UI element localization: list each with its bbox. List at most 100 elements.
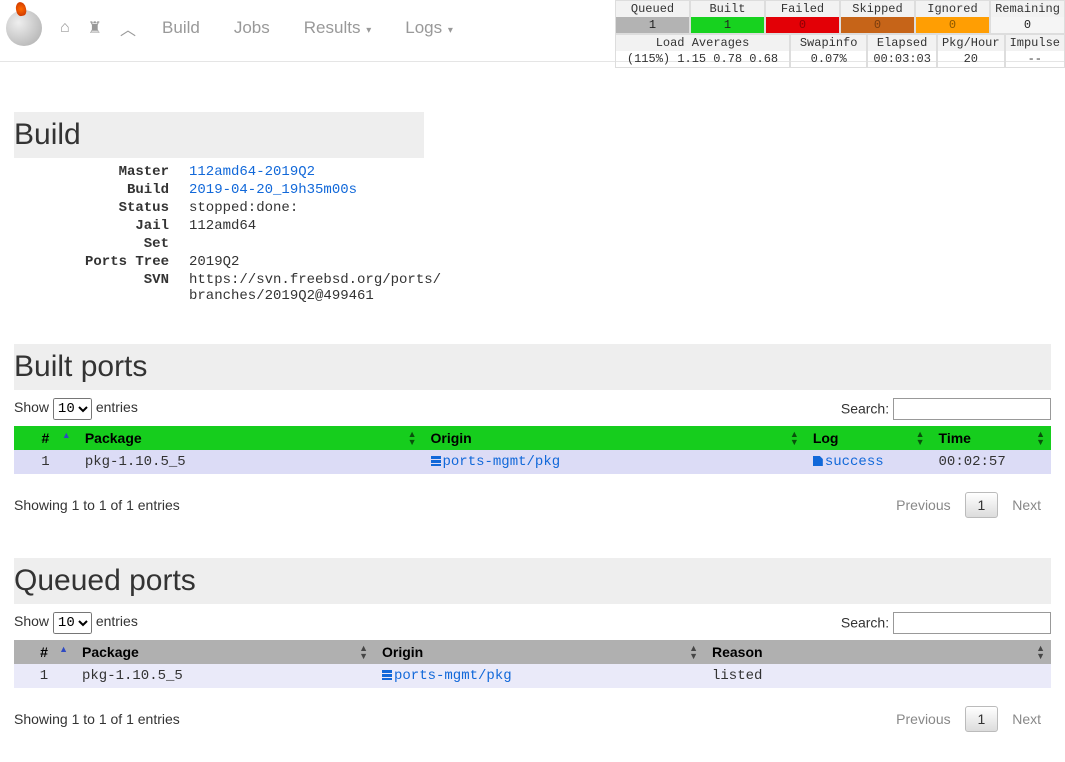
pager-next[interactable]: Next xyxy=(1002,707,1051,731)
stat-ignored-label: Ignored xyxy=(916,1,989,17)
cell-reason: listed xyxy=(704,664,1051,688)
sort-icon: ▲▼ xyxy=(790,430,799,446)
stat-skipped-label: Skipped xyxy=(841,1,914,17)
cell-package: pkg-1.10.5_5 xyxy=(77,450,423,474)
stat-queued-value: 1 xyxy=(616,17,689,33)
nav-build[interactable]: Build xyxy=(154,14,208,42)
kv-ptree-value: 2019Q2 xyxy=(189,254,239,270)
search-input[interactable] xyxy=(893,398,1051,420)
stat-built-label: Built xyxy=(691,1,764,17)
section-build-title: Build xyxy=(14,112,424,158)
swap-value: 0.07% xyxy=(791,51,866,67)
kv-jail-label: Jail xyxy=(14,218,189,234)
list-icon xyxy=(382,670,392,680)
pager-prev[interactable]: Previous xyxy=(886,493,960,517)
length-select[interactable]: 10 xyxy=(53,612,92,634)
list-icon xyxy=(431,456,441,466)
kv-master-value[interactable]: 112amd64-2019Q2 xyxy=(189,164,315,180)
elapsed-value: 00:03:03 xyxy=(868,51,936,67)
sort-icon: ▲▼ xyxy=(916,430,925,446)
section-queuedports-title: Queued ports xyxy=(14,558,1051,604)
chevron-up-icon[interactable]: ︿ xyxy=(120,16,136,40)
swap-label: Swapinfo xyxy=(791,35,866,51)
entries-label: entries xyxy=(96,399,138,415)
cell-idx: 1 xyxy=(14,664,74,688)
table-info: Showing 1 to 1 of 1 entries xyxy=(14,497,180,513)
pager-page[interactable]: 1 xyxy=(965,492,999,518)
table-row: 1 pkg-1.10.5_5 ports-mgmt/pkg success 00… xyxy=(14,450,1051,474)
col-reason[interactable]: Reason▲▼ xyxy=(704,640,1051,664)
stat-built-value: 1 xyxy=(691,17,764,33)
col-package[interactable]: Package▲▼ xyxy=(77,426,423,450)
load-label: Load Averages xyxy=(616,35,789,51)
nav-results[interactable]: Results ▾ xyxy=(296,14,380,42)
origin-link[interactable]: ports-mgmt/pkg xyxy=(394,668,512,684)
kv-ptree-label: Ports Tree xyxy=(14,254,189,270)
file-icon xyxy=(813,456,823,466)
logo xyxy=(6,10,42,46)
section-builtports-title: Built ports xyxy=(14,344,1051,390)
kv-build-value[interactable]: 2019-04-20_19h35m00s xyxy=(189,182,357,198)
stat-ignored-value: 0 xyxy=(916,17,989,33)
entries-label: entries xyxy=(96,613,138,629)
cell-origin: ports-mgmt/pkg xyxy=(423,450,805,474)
pkghr-label: Pkg/Hour xyxy=(938,35,1004,51)
col-origin[interactable]: Origin▲▼ xyxy=(374,640,704,664)
kv-build-label: Build xyxy=(14,182,189,198)
col-time[interactable]: Time▲▼ xyxy=(931,426,1051,450)
impulse-label: Impulse xyxy=(1006,35,1064,51)
sort-icon: ▲▼ xyxy=(1036,430,1045,446)
cell-package: pkg-1.10.5_5 xyxy=(74,664,374,688)
sort-icon: ▲▼ xyxy=(1036,644,1045,660)
stat-failed-label: Failed xyxy=(766,1,839,17)
queued-ports-table: # Package▲▼ Origin▲▼ Reason▲▼ 1 pkg-1.10… xyxy=(14,640,1051,688)
kv-svn-label: SVN xyxy=(14,272,189,304)
kv-status-value: stopped:done: xyxy=(189,200,298,216)
stat-queued-label: Queued xyxy=(616,1,689,17)
caret-down-icon: ▾ xyxy=(445,25,453,36)
cell-origin: ports-mgmt/pkg xyxy=(374,664,704,688)
table-row: 1 pkg-1.10.5_5 ports-mgmt/pkg listed xyxy=(14,664,1051,688)
search-label: Search: xyxy=(841,615,889,631)
search-input[interactable] xyxy=(893,612,1051,634)
kv-set-label: Set xyxy=(14,236,189,252)
kv-master-label: Master xyxy=(14,164,189,180)
cell-log: success xyxy=(805,450,931,474)
log-link[interactable]: success xyxy=(825,454,884,470)
elapsed-label: Elapsed xyxy=(868,35,936,51)
pkghr-value: 20 xyxy=(938,51,1004,67)
show-label: Show xyxy=(14,613,49,629)
col-idx[interactable]: # xyxy=(14,640,74,664)
sort-icon: ▲▼ xyxy=(408,430,417,446)
load-value: (115%) 1.15 0.78 0.68 xyxy=(616,51,789,67)
length-select[interactable]: 10 xyxy=(53,398,92,420)
pager-next[interactable]: Next xyxy=(1002,493,1051,517)
tower-icon[interactable]: ♜ xyxy=(88,18,102,38)
stat-failed-value: 0 xyxy=(766,17,839,33)
pager-prev[interactable]: Previous xyxy=(886,707,960,731)
col-log[interactable]: Log▲▼ xyxy=(805,426,931,450)
col-idx[interactable]: # xyxy=(14,426,77,450)
nav-logs[interactable]: Logs ▾ xyxy=(397,14,461,42)
stat-remaining-label: Remaining xyxy=(991,1,1064,17)
origin-link[interactable]: ports-mgmt/pkg xyxy=(443,454,561,470)
table-info: Showing 1 to 1 of 1 entries xyxy=(14,711,180,727)
kv-status-label: Status xyxy=(14,200,189,216)
kv-jail-value: 112amd64 xyxy=(189,218,256,234)
built-ports-table: # Package▲▼ Origin▲▼ Log▲▼ Time▲▼ 1 pkg-… xyxy=(14,426,1051,474)
col-package[interactable]: Package▲▼ xyxy=(74,640,374,664)
stats-panel: Queued1 Built1 Failed0 Skipped0 Ignored0… xyxy=(615,0,1065,68)
search-label: Search: xyxy=(841,401,889,417)
col-origin[interactable]: Origin▲▼ xyxy=(423,426,805,450)
impulse-value: -- xyxy=(1006,51,1064,67)
sort-icon: ▲▼ xyxy=(689,644,698,660)
caret-down-icon: ▾ xyxy=(363,25,371,36)
kv-svn-value: https://svn.freebsd.org/ports/branches/2… xyxy=(189,272,449,304)
pager-page[interactable]: 1 xyxy=(965,706,999,732)
sort-icon: ▲▼ xyxy=(359,644,368,660)
cell-time: 00:02:57 xyxy=(931,450,1051,474)
show-label: Show xyxy=(14,399,49,415)
nav-jobs[interactable]: Jobs xyxy=(226,14,278,42)
stat-skipped-value: 0 xyxy=(841,17,914,33)
home-icon[interactable]: ⌂ xyxy=(60,19,70,37)
